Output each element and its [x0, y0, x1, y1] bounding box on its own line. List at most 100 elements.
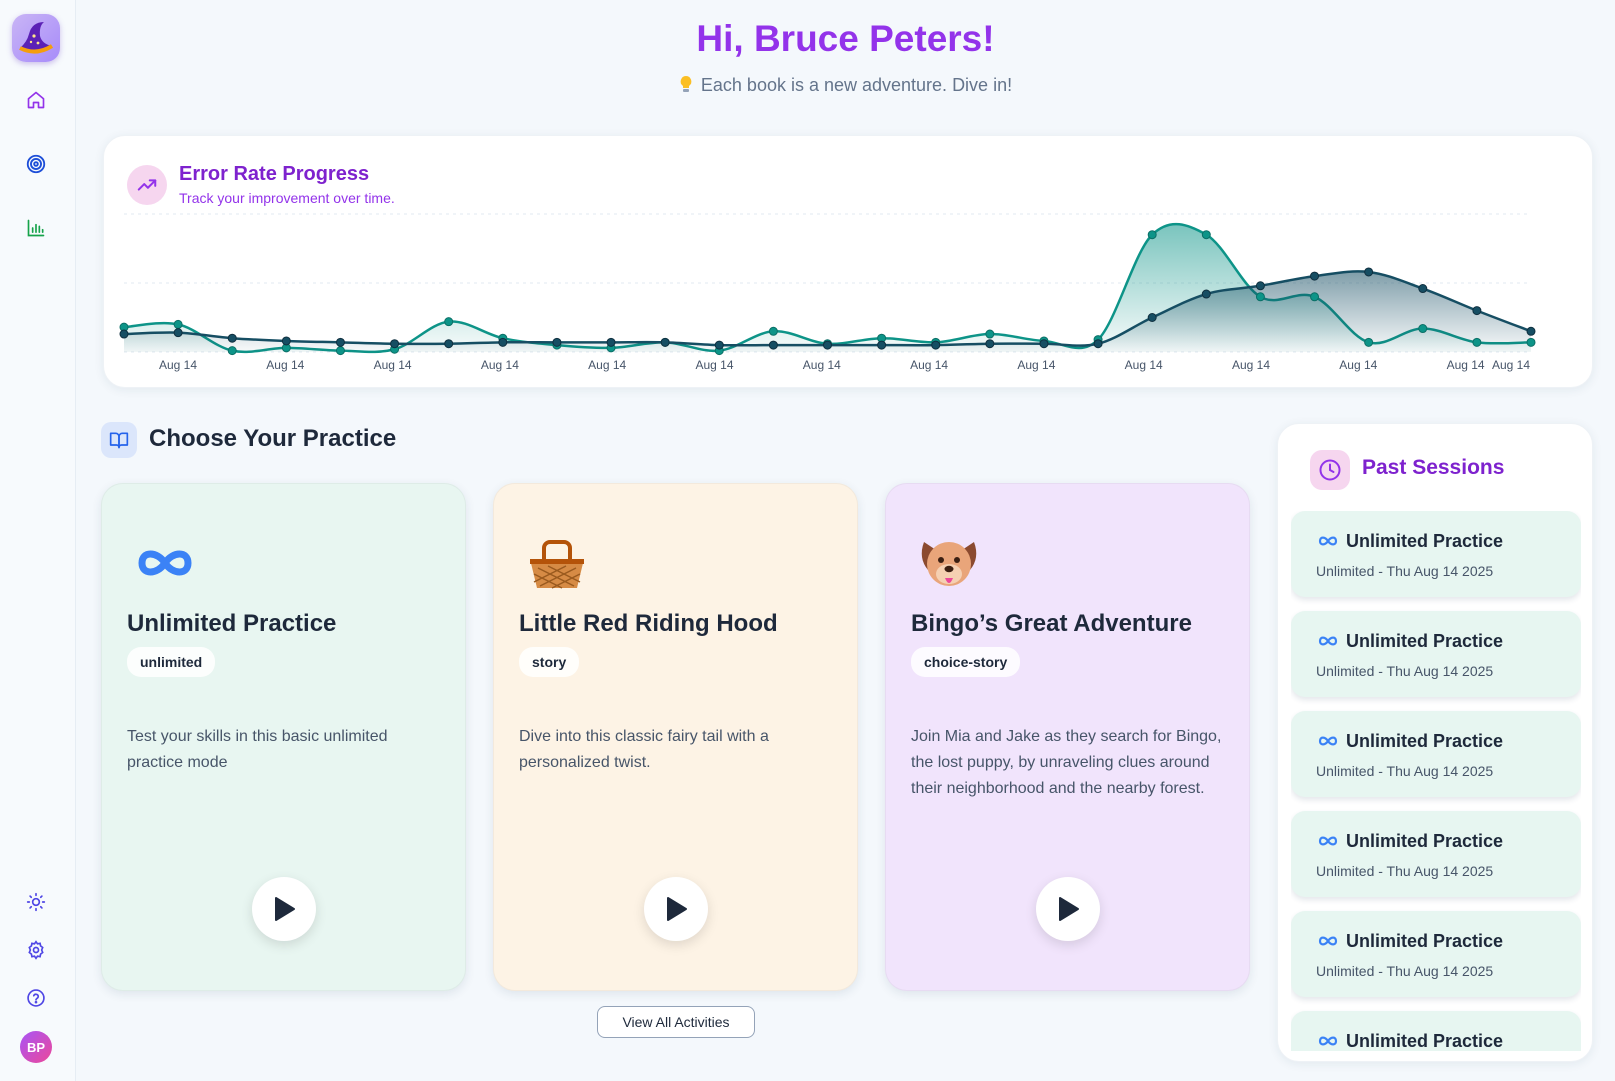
nav-goals-button[interactable]: [22, 150, 50, 178]
activity-tag: choice-story: [911, 647, 1021, 677]
session-item[interactable]: Unlimited Practice: [1291, 1011, 1581, 1051]
play-button[interactable]: [1036, 877, 1100, 941]
data-point[interactable]: [390, 339, 400, 349]
data-point[interactable]: [444, 339, 454, 349]
session-meta: Unlimited - Thu Aug 14 2025: [1316, 763, 1494, 779]
help-icon: [27, 989, 45, 1007]
data-point[interactable]: [281, 336, 291, 346]
x-tick-label: Aug 14: [910, 358, 948, 372]
data-point[interactable]: [606, 337, 616, 347]
x-tick-label: Aug 14: [695, 358, 733, 372]
error-rate-card: Error Rate Progress Track your improveme…: [103, 135, 1593, 388]
session-item[interactable]: Unlimited Practice Unlimited - Thu Aug 1…: [1291, 711, 1581, 797]
data-point[interactable]: [985, 339, 995, 349]
data-point[interactable]: [1364, 337, 1374, 347]
data-point[interactable]: [1526, 337, 1536, 347]
session-list[interactable]: Unlimited Practice Unlimited - Thu Aug 1…: [1291, 511, 1581, 1051]
x-tick-label: Aug 14: [1017, 358, 1055, 372]
data-point[interactable]: [335, 337, 345, 347]
data-point[interactable]: [1093, 339, 1103, 349]
data-point[interactable]: [1255, 281, 1265, 291]
session-name: Unlimited Practice: [1346, 1031, 1504, 1051]
play-icon: [667, 897, 687, 921]
theme-toggle-button[interactable]: [22, 888, 50, 916]
basket-icon: [522, 528, 592, 598]
play-button[interactable]: [252, 877, 316, 941]
wizard-hat-logo-icon[interactable]: [12, 14, 60, 62]
greeting-title: Hi, Bruce Peters!: [696, 18, 995, 59]
data-point[interactable]: [714, 340, 724, 350]
activity-card-unlimited[interactable]: Unlimited Practice unlimited Test your s…: [101, 483, 466, 991]
data-point[interactable]: [1310, 271, 1320, 281]
play-icon: [275, 897, 295, 921]
data-point[interactable]: [1201, 230, 1211, 240]
x-tick-label: Aug 14: [1232, 358, 1270, 372]
nav-stats-button[interactable]: [22, 214, 50, 242]
x-tick-label: Aug 14: [266, 358, 304, 372]
settings-button[interactable]: [22, 936, 50, 964]
activity-card-bingo[interactable]: Bingo’s Great Adventure choice-story Joi…: [885, 483, 1250, 991]
activity-card-little-red[interactable]: Little Red Riding Hood story Dive into t…: [493, 483, 858, 991]
x-tick-label: Aug 14: [159, 358, 197, 372]
infinity-icon: [130, 528, 200, 598]
data-point[interactable]: [173, 328, 183, 338]
data-point[interactable]: [1472, 306, 1482, 316]
data-point[interactable]: [768, 326, 778, 336]
data-point[interactable]: [1201, 289, 1211, 299]
data-point[interactable]: [1147, 230, 1157, 240]
session-meta: Unlimited - Thu Aug 14 2025: [1316, 963, 1494, 979]
data-point[interactable]: [1526, 326, 1536, 336]
data-point[interactable]: [768, 340, 778, 350]
data-point[interactable]: [444, 317, 454, 327]
data-point[interactable]: [173, 319, 183, 329]
session-meta: Unlimited - Thu Aug 14 2025: [1316, 663, 1494, 679]
past-sessions-title: Past Sessions: [1362, 456, 1505, 479]
avatar[interactable]: BP: [20, 1031, 52, 1063]
data-point[interactable]: [498, 337, 508, 347]
home-icon: [27, 91, 45, 109]
data-point[interactable]: [1310, 292, 1320, 302]
infinity-icon: [1318, 936, 1338, 946]
nav-home-button[interactable]: [22, 86, 50, 114]
x-tick-label: Aug 14: [1492, 358, 1530, 372]
bar-chart-icon: [27, 219, 45, 237]
data-point[interactable]: [1418, 284, 1428, 294]
data-point[interactable]: [1472, 337, 1482, 347]
play-button[interactable]: [644, 877, 708, 941]
data-point[interactable]: [119, 329, 129, 339]
session-item[interactable]: Unlimited Practice Unlimited - Thu Aug 1…: [1291, 511, 1581, 597]
data-point[interactable]: [552, 337, 562, 347]
data-point[interactable]: [985, 329, 995, 339]
session-item[interactable]: Unlimited Practice Unlimited - Thu Aug 1…: [1291, 811, 1581, 897]
data-point[interactable]: [1039, 339, 1049, 349]
x-tick-label: Aug 14: [1447, 358, 1485, 372]
help-button[interactable]: [22, 984, 50, 1012]
x-tick-label: Aug 14: [803, 358, 841, 372]
session-item[interactable]: Unlimited Practice Unlimited - Thu Aug 1…: [1291, 911, 1581, 997]
activity-description: Join Mia and Jake as they search for Bin…: [911, 728, 1222, 797]
data-point[interactable]: [227, 346, 237, 356]
error-rate-chart: Aug 14 Aug 14 Aug 14 Aug 14 Aug 14 Aug 14 Aug …: [119, 213, 1536, 372]
lightbulb-icon: [679, 75, 693, 96]
activity-description: Dive into this classic fairy tail with a…: [519, 728, 769, 771]
data-point[interactable]: [823, 340, 832, 350]
data-point[interactable]: [1364, 267, 1374, 277]
session-name: Unlimited Practice: [1346, 531, 1504, 551]
data-point[interactable]: [1418, 324, 1428, 334]
data-point[interactable]: [335, 346, 345, 356]
x-tick-label: Aug 14: [374, 358, 412, 372]
infinity-icon: [1318, 836, 1338, 846]
data-point[interactable]: [227, 333, 237, 343]
data-point[interactable]: [931, 340, 941, 350]
view-all-activities-button[interactable]: View All Activities: [597, 1006, 755, 1038]
data-point[interactable]: [1255, 292, 1265, 302]
data-point[interactable]: [660, 337, 670, 347]
data-point[interactable]: [1147, 313, 1157, 322]
sun-icon: [26, 892, 46, 912]
data-point[interactable]: [877, 340, 887, 350]
infinity-icon: [1318, 636, 1338, 646]
session-meta: Unlimited - Thu Aug 14 2025: [1316, 863, 1494, 879]
infinity-icon: [1318, 536, 1338, 546]
session-item[interactable]: Unlimited Practice Unlimited - Thu Aug 1…: [1291, 611, 1581, 697]
clock-icon: [1310, 450, 1350, 490]
